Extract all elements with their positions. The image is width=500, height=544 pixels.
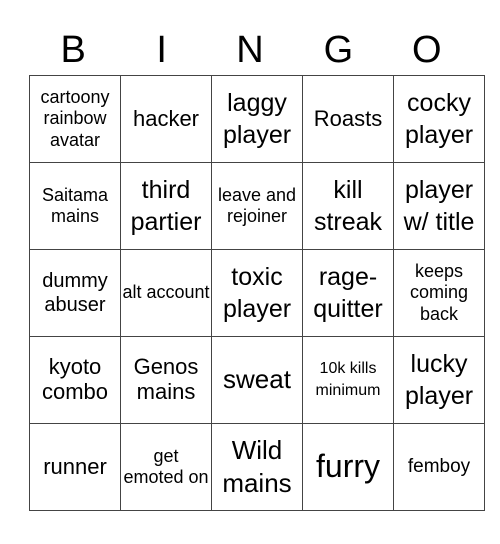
bingo-cell[interactable]: Wild mains bbox=[211, 423, 303, 511]
header-letter-i: I bbox=[156, 29, 167, 71]
bingo-cell[interactable]: leave and rejoiner bbox=[211, 162, 303, 250]
bingo-cell[interactable]: hacker bbox=[120, 75, 212, 163]
bingo-cell[interactable]: sweat bbox=[211, 336, 303, 424]
header-letter-o: O bbox=[412, 29, 442, 71]
bingo-cell[interactable]: toxic player bbox=[211, 249, 303, 337]
bingo-cell[interactable]: get emoted on bbox=[120, 423, 212, 511]
bingo-cell[interactable]: player w/ title bbox=[393, 162, 485, 250]
bingo-cell[interactable]: furry bbox=[302, 423, 394, 511]
grid-row: dummy abuser alt account toxic player ra… bbox=[29, 249, 485, 337]
bingo-cell[interactable]: rage-quitter bbox=[302, 249, 394, 337]
bingo-cell[interactable]: Saitama mains bbox=[29, 162, 121, 250]
header-letter-b: B bbox=[60, 29, 86, 71]
bingo-cell[interactable]: cartoony rainbow avatar bbox=[29, 75, 121, 163]
bingo-cell[interactable]: 10k kills minimum bbox=[302, 336, 394, 424]
bingo-cell[interactable]: Roasts bbox=[302, 75, 394, 163]
bingo-cell[interactable]: dummy abuser bbox=[29, 249, 121, 337]
grid-row: runner get emoted on Wild mains furry fe… bbox=[29, 423, 485, 511]
bingo-cell[interactable]: Genos mains bbox=[120, 336, 212, 424]
bingo-cell[interactable]: cocky player bbox=[393, 75, 485, 163]
bingo-cell[interactable]: keeps coming back bbox=[393, 249, 485, 337]
grid-row: kyoto combo Genos mains sweat 10k kills … bbox=[29, 336, 485, 424]
bingo-cell[interactable]: kyoto combo bbox=[29, 336, 121, 424]
header-letter-g: G bbox=[323, 29, 354, 71]
bingo-header: B I N G O bbox=[29, 28, 471, 72]
bingo-cell[interactable]: third partier bbox=[120, 162, 212, 250]
bingo-grid: cartoony rainbow avatar hacker laggy pla… bbox=[29, 75, 485, 511]
bingo-cell[interactable]: femboy bbox=[393, 423, 485, 511]
bingo-cell[interactable]: lucky player bbox=[393, 336, 485, 424]
bingo-cell[interactable]: laggy player bbox=[211, 75, 303, 163]
bingo-cell[interactable]: kill streak bbox=[302, 162, 394, 250]
bingo-cell[interactable]: alt account bbox=[120, 249, 212, 337]
grid-row: cartoony rainbow avatar hacker laggy pla… bbox=[29, 75, 485, 163]
grid-row: Saitama mains third partier leave and re… bbox=[29, 162, 485, 250]
header-letter-n: N bbox=[236, 29, 264, 71]
bingo-cell[interactable]: runner bbox=[29, 423, 121, 511]
